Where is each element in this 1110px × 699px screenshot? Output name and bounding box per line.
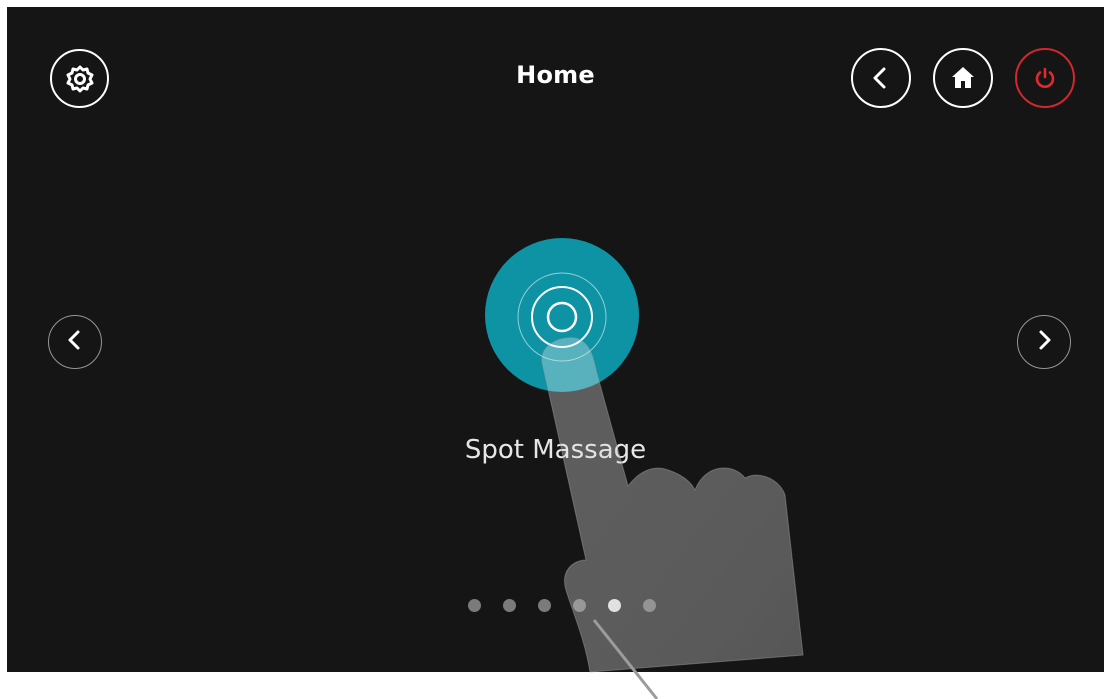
home-button[interactable] xyxy=(933,48,993,108)
carousel-next-button[interactable] xyxy=(1017,315,1071,369)
carousel-prev-button[interactable] xyxy=(48,315,102,369)
stage: Home Spot Massage xyxy=(0,0,1110,699)
chevron-right-icon xyxy=(1032,328,1056,356)
page-dot[interactable] xyxy=(573,598,586,612)
mode-label: Spot Massage xyxy=(464,435,647,465)
device-screen: Home Spot Massage xyxy=(7,7,1104,672)
page-dot[interactable] xyxy=(643,598,656,612)
chevron-left-icon xyxy=(868,65,894,91)
page-dot[interactable] xyxy=(538,598,551,612)
page-dot[interactable] xyxy=(503,598,516,612)
power-button[interactable] xyxy=(1015,48,1075,108)
spot-massage-mode-button[interactable] xyxy=(485,238,639,392)
page-indicator xyxy=(468,596,678,614)
page-dot-active[interactable] xyxy=(608,598,621,612)
back-button[interactable] xyxy=(851,48,911,108)
page-dot[interactable] xyxy=(468,598,481,612)
power-icon xyxy=(1032,65,1058,91)
chevron-left-icon xyxy=(63,328,87,356)
home-icon xyxy=(949,64,977,92)
